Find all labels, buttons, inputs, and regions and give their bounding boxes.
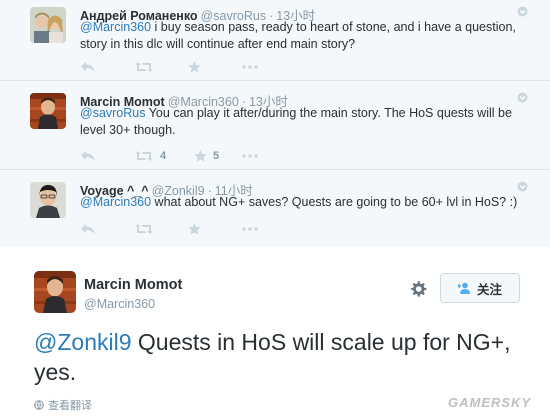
- avatar[interactable]: [30, 93, 66, 129]
- watermark: GAMERSKY: [448, 395, 532, 410]
- reply-tweet-2[interactable]: Marcin Momot @Marcin360 · 13小时 @savroRus Yo…: [0, 86, 550, 170]
- author-name[interactable]: Marcin Momot: [84, 277, 182, 293]
- retweet-icon: [135, 62, 153, 72]
- follow-button[interactable]: 关注: [440, 273, 520, 303]
- retweet-count: 4: [160, 150, 167, 162]
- translate-link[interactable]: 查看翻译: [34, 397, 92, 413]
- tweet-body: You can play it after/during the main st…: [80, 106, 512, 137]
- mention-link[interactable]: @savroRus: [80, 106, 146, 120]
- globe-icon: [34, 400, 44, 410]
- chevron-down-icon[interactable]: [517, 6, 528, 17]
- favorite-count: 5: [213, 150, 220, 162]
- reply-icon: [81, 151, 95, 161]
- tweet-actions: 4 5: [80, 148, 296, 164]
- tweet-text: @Zonkil9 Quests in HoS will scale up for…: [34, 327, 514, 387]
- tweet-actions: [80, 221, 296, 237]
- follow-label: 关注: [476, 282, 502, 297]
- favorite-button[interactable]: [188, 223, 242, 235]
- star-icon: [188, 223, 201, 235]
- more-icon: [242, 65, 258, 69]
- chevron-down-icon[interactable]: [517, 181, 528, 192]
- tweet-text: @savroRus You can play it after/during t…: [80, 105, 530, 139]
- reply-icon: [81, 62, 95, 72]
- tweet-text: @Marcin360 i buy season pass, ready to h…: [80, 19, 530, 53]
- retweet-button[interactable]: 4: [134, 150, 194, 162]
- chevron-down-icon[interactable]: [517, 92, 528, 103]
- retweet-button[interactable]: [134, 61, 188, 73]
- more-icon: [242, 154, 258, 158]
- author-handle[interactable]: @Marcin360: [84, 297, 155, 311]
- favorite-button[interactable]: [188, 61, 242, 73]
- translate-label: 查看翻译: [48, 400, 92, 412]
- star-icon: [188, 61, 201, 73]
- avatar[interactable]: [34, 271, 76, 313]
- mention-link[interactable]: @Marcin360: [80, 20, 151, 34]
- more-button[interactable]: [242, 154, 296, 158]
- reply-button[interactable]: [80, 223, 134, 235]
- favorite-button[interactable]: 5: [194, 150, 242, 162]
- avatar[interactable]: [30, 182, 66, 218]
- gear-icon[interactable]: [409, 280, 427, 298]
- retweet-button[interactable]: [134, 223, 188, 235]
- more-button[interactable]: [242, 227, 296, 231]
- follow-user-icon: [457, 282, 470, 294]
- mention-link[interactable]: @Zonkil9: [34, 329, 132, 355]
- reply-icon: [81, 224, 95, 234]
- reply-button[interactable]: [80, 61, 134, 73]
- mention-link[interactable]: @Marcin360: [80, 195, 151, 209]
- tweet-actions: [80, 59, 296, 75]
- retweet-icon: [135, 224, 153, 234]
- reply-tweet-3[interactable]: Voyage ^_^ @Zonkil9 · 11小时 @Marcin360 what …: [0, 175, 550, 247]
- reply-tweet-1[interactable]: Андрей Романенко @savroRus · 13小时 @Marcin36…: [0, 0, 550, 81]
- star-icon: [194, 150, 207, 162]
- avatar[interactable]: [30, 7, 66, 43]
- main-tweet: Marcin Momot @Marcin360 关注 @Zonkil9 Ques…: [0, 247, 550, 417]
- retweet-icon: [135, 151, 153, 161]
- more-icon: [242, 227, 258, 231]
- tweet-body: what about NG+ saves? Quests are going t…: [151, 195, 518, 209]
- reply-button[interactable]: [80, 150, 134, 162]
- more-button[interactable]: [242, 65, 296, 69]
- tweet-text: @Marcin360 what about NG+ saves? Quests …: [80, 194, 530, 211]
